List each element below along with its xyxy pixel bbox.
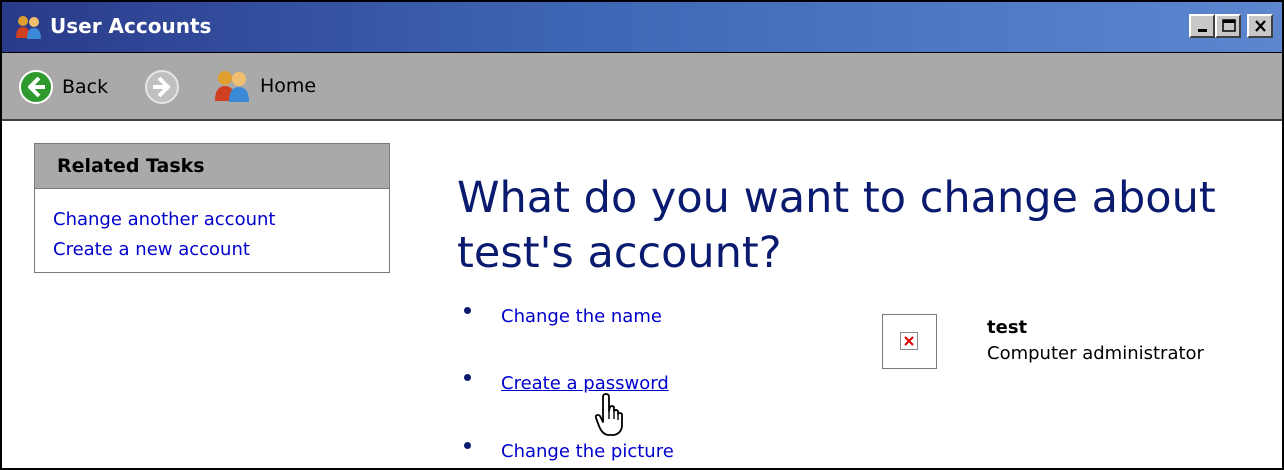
- user-accounts-home-icon: [215, 71, 249, 102]
- bullet-icon: [464, 307, 471, 314]
- create-new-account-link[interactable]: Create a new account: [35, 235, 389, 265]
- bullet-icon: [464, 374, 471, 381]
- hand-pointer-icon: [594, 393, 623, 436]
- back-button[interactable]: Back: [18, 69, 108, 105]
- user-accounts-icon: [14, 14, 44, 40]
- close-button[interactable]: [1247, 14, 1273, 38]
- page-title-line-2: test's account?: [457, 228, 782, 278]
- minimize-icon: [1198, 29, 1207, 32]
- user-accounts-window: User Accounts Back Home Related Tasks Ch…: [0, 0, 1284, 470]
- related-tasks-heading: Related Tasks: [35, 144, 389, 189]
- option-change-picture[interactable]: Change the picture: [464, 441, 674, 462]
- forward-button[interactable]: [144, 69, 180, 105]
- title-bar[interactable]: User Accounts: [2, 2, 1282, 53]
- home-label: Home: [260, 75, 317, 97]
- forward-arrow-icon: [145, 70, 179, 104]
- main-content: Related Tasks Change another account Cre…: [2, 121, 1282, 468]
- account-role: Computer administrator: [987, 343, 1204, 364]
- page-title: What do you want to change about test's …: [457, 171, 1257, 281]
- bullet-icon: [464, 442, 471, 449]
- related-tasks-panel: Related Tasks Change another account Cre…: [34, 143, 390, 273]
- change-name-link[interactable]: Change the name: [501, 306, 662, 327]
- window-title: User Accounts: [50, 14, 212, 38]
- maximize-button[interactable]: [1215, 14, 1241, 38]
- home-button[interactable]: Home: [212, 69, 316, 103]
- change-picture-link[interactable]: Change the picture: [501, 441, 674, 462]
- maximize-icon: [1222, 19, 1236, 32]
- option-create-password[interactable]: Create a password: [464, 373, 669, 394]
- back-label: Back: [62, 76, 109, 98]
- page-title-line-1: What do you want to change about: [457, 173, 1216, 223]
- change-another-account-link[interactable]: Change another account: [35, 205, 389, 235]
- account-name: test: [987, 317, 1028, 338]
- option-change-name[interactable]: Change the name: [464, 306, 662, 327]
- close-icon: [1255, 20, 1266, 32]
- broken-image-icon: [900, 332, 918, 350]
- user-picture: [882, 314, 937, 369]
- navigation-toolbar: Back Home: [2, 53, 1282, 121]
- create-password-link[interactable]: Create a password: [501, 373, 669, 394]
- back-arrow-icon: [19, 70, 53, 104]
- minimize-button[interactable]: [1189, 14, 1215, 38]
